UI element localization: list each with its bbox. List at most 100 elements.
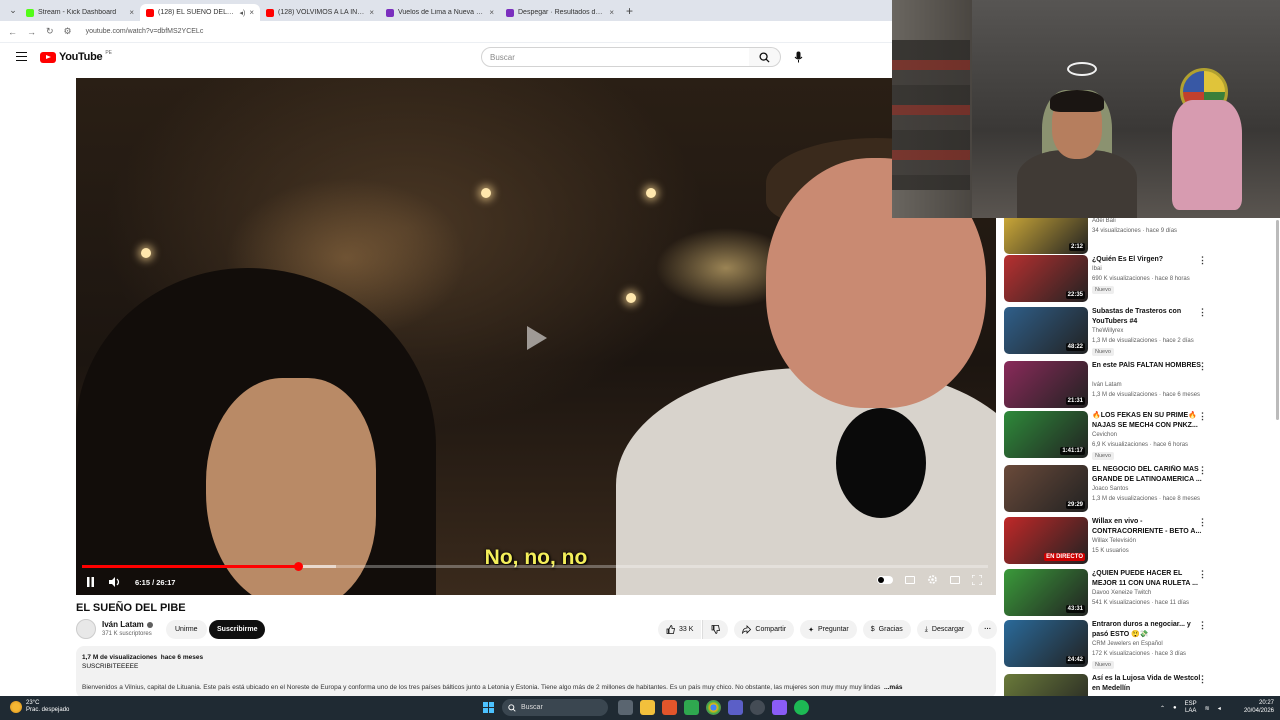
center-play-icon[interactable]	[527, 326, 547, 350]
video-player[interactable]: No, no, no 6:15 / 26:17	[76, 78, 996, 595]
recommendation-channel[interactable]: Iván Latam	[1092, 382, 1122, 388]
recommendation-thumbnail[interactable]: 1:41:17	[1004, 411, 1088, 458]
tray-icon[interactable]: ●	[1173, 705, 1177, 711]
recommendation-menu-icon[interactable]: ⋮	[1198, 307, 1207, 318]
subscribe-button[interactable]: Suscribirme	[209, 620, 266, 639]
recommendation-item[interactable]: 29:29 EL NEGOCIO DEL CARIÑO MAS GRANDE DE…	[1004, 465, 1274, 517]
forward-icon[interactable]: →	[27, 27, 36, 37]
recommendation-item[interactable]: 43:31 ¿QUIEN PUEDE HACER EL MEJOR 11 CON …	[1004, 569, 1274, 621]
browser-tab[interactable]: (128) VOLVIMOS A LA INDIA (y... ×	[260, 4, 380, 21]
recommendation-menu-icon[interactable]: ⋮	[1198, 255, 1207, 266]
autoplay-toggle[interactable]	[877, 575, 893, 584]
speaker-icon[interactable]: ◂	[1218, 705, 1221, 712]
pause-icon[interactable]	[86, 577, 95, 587]
search-input[interactable]: Buscar	[481, 47, 750, 67]
tab-close-icon[interactable]: ×	[249, 8, 254, 17]
recommendation-channel[interactable]: Joaco Santos	[1092, 486, 1128, 492]
recommendation-channel[interactable]: Cevichon	[1092, 432, 1117, 438]
wifi-icon[interactable]: ≋	[1205, 705, 1210, 712]
recommendation-item[interactable]: 24:42 Entraron duros a negociar... y pasó…	[1004, 620, 1274, 672]
recommendation-channel[interactable]: TheWillyrex	[1092, 328, 1123, 334]
new-tab-icon[interactable]: +	[626, 4, 633, 18]
miniplayer-icon[interactable]	[950, 575, 960, 584]
recommendation-menu-icon[interactable]: ⋮	[1198, 674, 1207, 685]
recommendation-menu-icon[interactable]: ⋮	[1198, 361, 1207, 372]
recommendation-channel[interactable]: Ibai	[1092, 266, 1102, 272]
channel-name[interactable]: Iván Latam	[102, 620, 153, 629]
recommendation-menu-icon[interactable]: ⋮	[1198, 517, 1207, 528]
dislike-button[interactable]	[702, 620, 729, 639]
volume-icon[interactable]	[109, 577, 121, 587]
recommendation-thumbnail[interactable]: EN DIRECTO	[1004, 517, 1088, 564]
channel-avatar[interactable]	[76, 619, 96, 639]
recommendation-title[interactable]: En este PAÍS FALTAN HOMBRES	[1092, 361, 1204, 371]
menu-icon[interactable]	[16, 52, 27, 61]
share-button[interactable]: Compartir	[734, 620, 795, 639]
recommendation-channel[interactable]: CRM Jewelers en Español	[1092, 641, 1163, 647]
settings-icon[interactable]	[927, 574, 938, 585]
tab-close-icon[interactable]: ×	[369, 8, 374, 17]
recommendation-thumbnail[interactable]: 2:12	[1004, 218, 1088, 254]
progress-bar[interactable]	[82, 562, 988, 571]
language-indicator[interactable]: ESP LAA	[1185, 701, 1197, 715]
recommendation-thumbnail[interactable]: 21:31	[1004, 361, 1088, 408]
recommendation-menu-icon[interactable]: ⋮	[1198, 620, 1207, 631]
task-view-icon[interactable]	[618, 700, 633, 715]
browser-tab[interactable]: Stream - Kick Dashboard ×	[20, 4, 140, 21]
recommendation-item[interactable]: 2:12vivo en EcuadorAdei Bali34 visualiza…	[1004, 218, 1274, 259]
fullscreen-icon[interactable]	[972, 574, 982, 585]
show-more-link[interactable]: ...más	[884, 684, 902, 691]
recommendation-item[interactable]: EN DIRECTO Willax en vivo - CONTRACORRIEN…	[1004, 517, 1274, 569]
recommendation-title[interactable]: Willax en vivo - CONTRACORRIENTE - BETO …	[1092, 517, 1204, 536]
tab-audio-icon[interactable]: ◂)	[239, 9, 245, 17]
join-button[interactable]: Unirme	[166, 620, 207, 639]
recommendation-thumbnail[interactable]: 24:42	[1004, 620, 1088, 667]
youtube-logo[interactable]: YouTube PE	[40, 50, 112, 63]
chrome-icon[interactable]	[706, 700, 721, 715]
recommendation-item[interactable]: Así es la Lujosa Vida de Westcol en Mede…	[1004, 674, 1274, 696]
recommendation-title[interactable]: 🔥LOS FEKAS EN SU PRIME🔥 NAJAS SE MECH4 C…	[1092, 411, 1204, 430]
recommendation-thumbnail[interactable]: 43:31	[1004, 569, 1088, 616]
search-button[interactable]	[749, 47, 781, 67]
channel-name-text[interactable]: Iván Latam	[102, 620, 144, 629]
taskbar-search[interactable]: Buscar	[502, 699, 608, 716]
browser-tab[interactable]: (128) EL SUEÑO DEL PIBE◂) ×	[140, 4, 260, 21]
voice-search-button[interactable]	[789, 48, 807, 66]
teams-icon[interactable]	[728, 700, 743, 715]
recommendation-item[interactable]: 48:22 Subastas de Trasteros con YouTubers…	[1004, 307, 1274, 359]
recommendation-thumbnail[interactable]: 29:29	[1004, 465, 1088, 512]
reload-icon[interactable]: ↻	[46, 26, 54, 37]
recommendation-title[interactable]: Entraron duros a negociar... y pasó ESTO…	[1092, 620, 1204, 639]
clock[interactable]: 20:27 20/04/2026	[1244, 699, 1274, 715]
sidebar-scrollbar[interactable]	[1276, 220, 1279, 420]
progress-scrubber[interactable]	[293, 562, 303, 571]
brave-browser-icon[interactable]	[662, 700, 677, 715]
recommendation-channel[interactable]: Adei Bali	[1092, 218, 1116, 224]
recommendation-channel[interactable]: Willax Televisión	[1092, 538, 1136, 544]
weather-widget[interactable]: 23°C Prac. despejado	[10, 700, 69, 714]
url-field[interactable]: youtube.com/watch?v=dbfMS2YCELc	[86, 28, 204, 35]
recommendation-title[interactable]: Subastas de Trasteros con YouTubers #4	[1092, 307, 1204, 326]
thanks-button[interactable]: $ Gracias	[862, 620, 911, 639]
tab-close-icon[interactable]: ×	[489, 8, 494, 17]
download-button[interactable]: ⤓ Descargar	[916, 620, 973, 639]
description-box[interactable]: 1,7 M de visualizaciones hace 6 meses SU…	[76, 646, 996, 698]
ask-button[interactable]: ✦ Preguntar	[800, 620, 857, 639]
recommendation-item[interactable]: 21:31 En este PAÍS FALTAN HOMBRES Iván Lat…	[1004, 361, 1274, 413]
recommendation-menu-icon[interactable]: ⋮	[1198, 569, 1207, 580]
windows-start-icon[interactable]	[483, 702, 494, 713]
browser-tab[interactable]: Despegar · Resultados de Vuelo×	[500, 4, 620, 21]
file-explorer-icon[interactable]	[640, 700, 655, 715]
spreadsheet-app-icon[interactable]	[684, 700, 699, 715]
browser-tab[interactable]: Vuelos de Lima a Nueva Delhi ×	[380, 4, 500, 21]
subtitles-icon[interactable]	[905, 575, 915, 584]
tab-search-icon[interactable]: ⌄	[6, 5, 20, 16]
recommendation-title[interactable]: Así es la Lujosa Vida de Westcol en Mede…	[1092, 674, 1204, 693]
obs-icon[interactable]	[750, 700, 765, 715]
back-icon[interactable]: ←	[8, 27, 17, 37]
recommendation-item[interactable]: 22:35 ¿Quién Es El Virgen? Ibai 690 K visua…	[1004, 255, 1274, 307]
site-info-icon[interactable]: ⚙	[64, 26, 72, 37]
spotify-icon[interactable]	[794, 700, 809, 715]
recommendation-title[interactable]: ¿Quién Es El Virgen?	[1092, 255, 1204, 265]
recommendation-menu-icon[interactable]: ⋮	[1198, 411, 1207, 422]
